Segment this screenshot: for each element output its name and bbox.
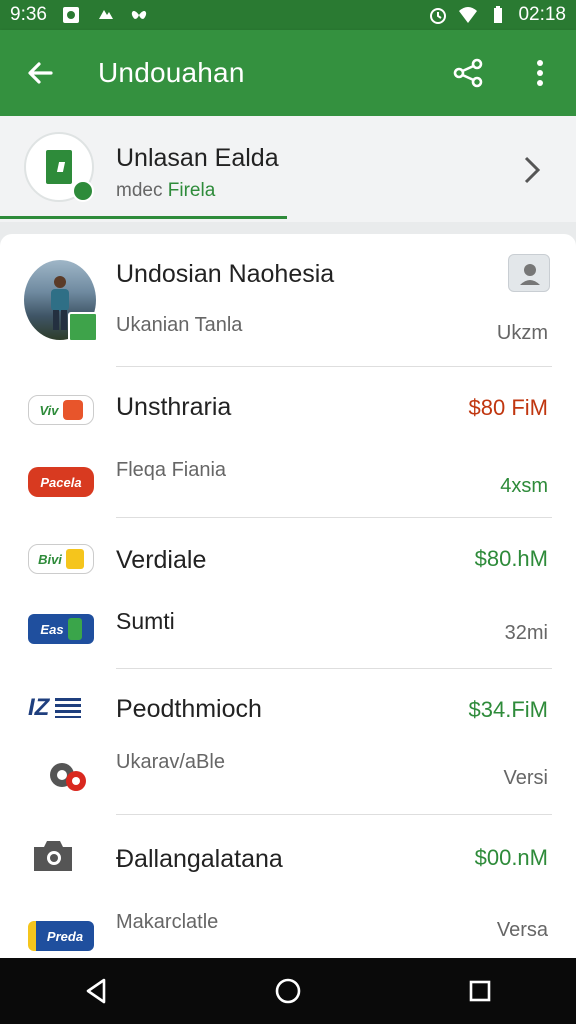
list-item[interactable]: IZ Peodthmioch $34.FiM Ukarav/aBle Versi xyxy=(0,669,576,814)
list-item-amount: $34.FiM xyxy=(468,697,548,722)
contact-button[interactable] xyxy=(508,254,550,292)
nav-recents-button[interactable] xyxy=(440,958,520,1024)
status-bar: 9:36 02:18 xyxy=(0,0,576,30)
progress-indicator xyxy=(0,216,287,219)
more-options-button[interactable] xyxy=(504,30,576,116)
status-time-left: 9:36 xyxy=(10,4,47,25)
status-time-right: 02:18 xyxy=(518,4,566,25)
account-avatar xyxy=(24,132,94,202)
transaction-list: Undosian Naohesia Ukanian Tanla Ukzm Viv… xyxy=(0,234,576,958)
list-item-meta: 32mi xyxy=(504,622,548,644)
account-sub-prefix: mdec xyxy=(116,180,163,201)
iz-logo: IZ xyxy=(28,693,94,723)
cloud-icon xyxy=(98,10,113,19)
list-item-title: Peodthmioch xyxy=(116,695,262,723)
list-item-title: Verdiale xyxy=(116,546,207,574)
list-item-meta: Versa xyxy=(496,919,548,941)
list-item-subtitle: Fleqa Fiania xyxy=(116,459,227,481)
list-item-subtitle: Makarclatle xyxy=(116,911,219,933)
photo-icon xyxy=(62,7,79,23)
list-item-title: Ðallangalatana xyxy=(116,845,283,873)
app-bar: Undouahan xyxy=(0,30,576,116)
more-vert-icon xyxy=(537,60,543,86)
list-item-title: Unsthraria xyxy=(116,393,232,421)
butterfly-icon xyxy=(131,11,147,19)
list-item-meta: Versi xyxy=(503,767,548,789)
list-item-meta: 4xsm xyxy=(500,475,548,497)
list-item-subtitle: Sumti xyxy=(116,608,175,634)
document-icon xyxy=(46,150,72,184)
eas-logo: Eas xyxy=(28,614,94,644)
back-triangle-icon xyxy=(86,978,106,1004)
preda-logo: Preda xyxy=(28,921,94,951)
account-sub-accent: Firela xyxy=(167,180,216,201)
viv-logo: Viv xyxy=(28,395,94,425)
list-item[interactable]: Ðallangalatana $00.nM Preda Makarclatle … xyxy=(0,815,576,958)
list-item-meta: Ukzm xyxy=(496,322,548,344)
nav-back-button[interactable] xyxy=(56,958,136,1024)
person-icon xyxy=(520,264,540,285)
list-item[interactable]: Viv Unsthraria $80 FiM Pacela Fleqa Fian… xyxy=(0,367,576,517)
account-subtitle: mdec Firela xyxy=(116,180,215,202)
list-item-amount: $00.nM xyxy=(474,845,548,870)
list-item-title: Undosian Naohesia xyxy=(116,260,335,288)
system-nav-bar xyxy=(0,958,576,1024)
page-title: Undouahan xyxy=(98,57,245,88)
wifi-icon xyxy=(459,7,478,23)
list-item-subtitle: Ukarav/aBle xyxy=(116,751,225,773)
chevron-right-icon[interactable] xyxy=(516,150,550,190)
list-item-amount: $80.hM xyxy=(474,546,548,571)
list-item[interactable]: Undosian Naohesia Ukanian Tanla Ukzm xyxy=(0,234,576,366)
share-button[interactable] xyxy=(432,30,504,116)
camera-icon xyxy=(34,841,72,871)
share-icon xyxy=(453,58,483,88)
nav-home-button[interactable] xyxy=(248,958,328,1024)
bivi-logo: Bivi xyxy=(28,544,94,574)
alarm-icon xyxy=(430,8,447,24)
account-card[interactable]: Unlasan Ealda mdec Firela xyxy=(0,116,576,222)
settings-badge-icon xyxy=(50,763,86,791)
back-button[interactable] xyxy=(0,30,80,116)
pacela-logo: Pacela xyxy=(28,467,94,497)
list-item[interactable]: Bivi Verdiale $80.hM Eas Sumti 32mi xyxy=(0,518,576,668)
list-item-amount: $80 FiM xyxy=(468,395,548,420)
account-title: Unlasan Ealda xyxy=(116,144,279,172)
list-item-subtitle: Ukanian Tanla xyxy=(116,314,243,336)
battery-icon xyxy=(494,6,503,23)
home-circle-icon xyxy=(275,978,301,1004)
check-badge-icon xyxy=(72,180,94,202)
recents-square-icon xyxy=(469,980,491,1002)
leaf-badge-icon xyxy=(68,312,98,342)
back-arrow-icon xyxy=(28,62,53,84)
